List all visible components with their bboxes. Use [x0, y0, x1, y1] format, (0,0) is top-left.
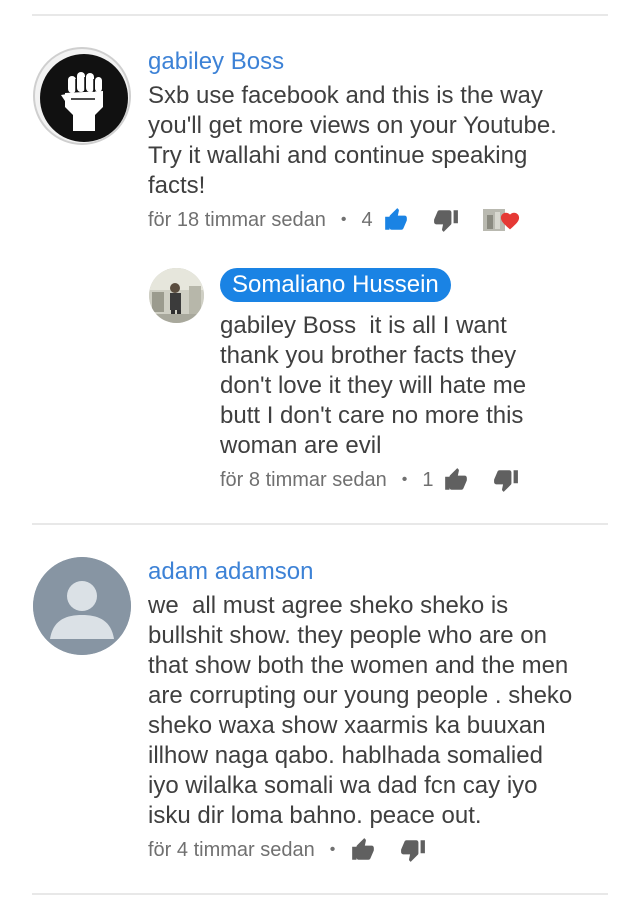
separator-dot: • — [340, 211, 347, 228]
reply-text-line: woman are evil — [220, 432, 382, 459]
thumbs-down-icon[interactable] — [433, 207, 459, 233]
divider — [32, 523, 608, 525]
reply-author-chip[interactable]: Somaliano Hussein — [220, 268, 451, 302]
separator-dot: • — [329, 841, 336, 858]
comment-text-line: Try it wallahi and continue speaking — [148, 142, 528, 169]
avatar[interactable] — [33, 47, 131, 145]
comment-text-line: Sxb use facebook and this is the way — [148, 82, 543, 109]
comment-text-line: that show both the women and the men — [148, 652, 569, 679]
reply-text-line: butt I don't care no more this — [220, 402, 524, 429]
comment-author[interactable]: gabiley Boss — [148, 47, 284, 77]
reply-text-line: gabiley Boss it is all I want — [220, 312, 507, 339]
thumbs-up-icon[interactable] — [350, 837, 376, 863]
heart-icon — [500, 212, 519, 230]
comment-text-line: bullshit show. they people who are on — [148, 622, 547, 649]
separator-dot: • — [401, 471, 408, 488]
timestamp: för 4 timmar sedan — [148, 838, 315, 861]
avatar[interactable] — [33, 557, 131, 655]
timestamp: för 18 timmar sedan — [148, 208, 326, 231]
default-user-icon — [33, 557, 131, 655]
comment-text-line: sheko waxa show xaarmis ka buuxan — [148, 712, 546, 739]
timestamp: för 8 timmar sedan — [220, 468, 387, 491]
comment-text-line: isku dir loma bahno. peace out. — [148, 802, 482, 829]
creator-heart-badge — [482, 207, 523, 233]
thumbs-up-icon[interactable] — [383, 207, 409, 233]
thumbs-up-icon[interactable] — [443, 467, 469, 493]
reply-text-line: thank you brother facts they — [220, 342, 517, 369]
reply-avatar[interactable] — [149, 268, 204, 323]
comment-meta: för 18 timmar sedan • 4 — [148, 206, 523, 234]
reply-text-line: don't love it they will hate me — [220, 372, 527, 399]
thumbs-down-icon[interactable] — [400, 837, 426, 863]
photo-avatar — [149, 268, 204, 323]
like-count: 4 — [361, 208, 373, 231]
raised-fist-icon — [40, 54, 128, 142]
comment-text-line: you'll get more views on your Youtube. — [148, 112, 557, 139]
comment-text-line: illhow naga qabo. hablhada somalied — [148, 742, 543, 769]
comment-text-line: facts! — [148, 172, 206, 199]
comment-meta: för 4 timmar sedan • — [148, 836, 450, 864]
comment-text-line: are corrupting our young people . sheko — [148, 682, 573, 709]
divider-top — [32, 14, 608, 16]
reply-meta: för 8 timmar sedan • 1 — [220, 466, 543, 494]
comment-author[interactable]: adam adamson — [148, 557, 313, 587]
comment-text-line: iyo wilalka somali wa dad fcn cay iyo — [148, 772, 538, 799]
thumbs-down-icon[interactable] — [493, 467, 519, 493]
like-count: 1 — [422, 468, 434, 491]
divider-bottom — [32, 893, 608, 895]
comment-text-line: we all must agree sheko sheko is — [148, 592, 509, 619]
